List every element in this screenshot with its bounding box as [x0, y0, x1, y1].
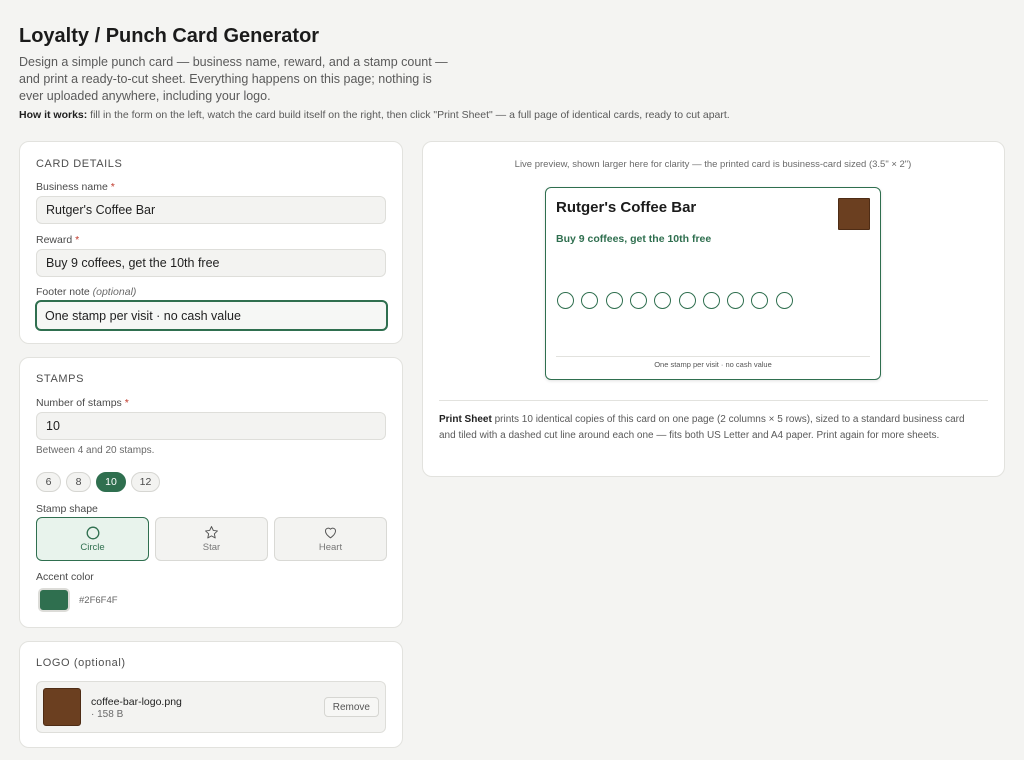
- logo-filesize: · 158 B: [91, 709, 124, 720]
- preset-12-chip[interactable]: 12: [131, 472, 160, 492]
- stamp-circle: [654, 292, 672, 309]
- stamp-circle: [557, 292, 574, 309]
- print-sheet-text: prints 10 identical copies of this card …: [439, 414, 965, 441]
- card-reward: Buy 9 coffees, get the 10th free: [556, 233, 712, 245]
- logo-title: LOGO (optional): [36, 657, 126, 669]
- card-business-name: Rutger's Coffee Bar: [556, 199, 697, 216]
- preview-panel: Live preview, shown larger here for clar…: [422, 141, 1005, 477]
- preset-8-chip[interactable]: 8: [66, 472, 91, 492]
- shape-star-label: Star: [202, 542, 221, 553]
- page-title: Loyalty / Punch Card Generator: [19, 25, 320, 47]
- how-it-works-label: How it works:: [19, 109, 88, 121]
- stamp-circle: [751, 292, 769, 309]
- stamp-circle: [727, 292, 745, 309]
- stamp-count-label: Number of stamps *: [36, 397, 129, 409]
- card-details-title: CARD DETAILS: [36, 158, 123, 170]
- stamp-count-hint: Between 4 and 20 stamps.: [36, 445, 155, 456]
- preset-6-chip[interactable]: 6: [36, 472, 61, 492]
- heart-icon: [325, 527, 336, 539]
- punch-card-preview: Rutger's Coffee Bar Buy 9 coffees, get t…: [545, 187, 881, 380]
- accent-color-label: Accent color: [36, 571, 94, 583]
- stamp-circle: [775, 292, 793, 309]
- business-name-label: Business name *: [36, 181, 115, 193]
- stamps-title: STAMPS: [36, 373, 85, 385]
- stamp-circle: [605, 292, 623, 309]
- page-description: Design a simple punch card — business na…: [19, 55, 448, 103]
- logo-filename: coffee-bar-logo.png: [91, 696, 182, 708]
- logo-file-row: coffee-bar-logo.png · 158 B Remove: [36, 681, 386, 733]
- preset-10-chip[interactable]: 10: [96, 472, 126, 492]
- stamps-panel: STAMPS Number of stamps * Between 4 and …: [19, 357, 403, 628]
- shape-heart-button[interactable]: Heart: [274, 517, 387, 561]
- stamp-circle: [629, 292, 647, 309]
- logo-thumbnail: [43, 688, 81, 726]
- shape-circle-label: Circle: [80, 541, 105, 553]
- stamp-circle: [678, 292, 696, 309]
- preview-note: Live preview, shown larger here for clar…: [514, 159, 912, 170]
- reward-input[interactable]: [36, 249, 386, 277]
- stamp-shape-label: Stamp shape: [36, 503, 98, 515]
- card-logo: [838, 198, 870, 230]
- circle-icon: [86, 526, 99, 539]
- page: Loyalty / Punch Card Generator Design a …: [0, 0, 1024, 760]
- print-sheet-label: Print Sheet: [439, 414, 492, 425]
- logo-panel: LOGO (optional) coffee-bar-logo.png · 15…: [19, 641, 403, 748]
- print-sheet-info: Print Sheet prints 10 identical copies o…: [439, 412, 984, 444]
- accent-color-swatch[interactable]: [38, 588, 70, 612]
- shape-star-button[interactable]: Star: [155, 517, 268, 561]
- reward-label: Reward *: [36, 234, 80, 246]
- footer-note-label: Footer note (optional): [36, 286, 137, 298]
- business-name-input[interactable]: [36, 196, 386, 224]
- how-it-works-text: fill in the form on the left, watch the …: [87, 109, 730, 121]
- shape-circle-button[interactable]: Circle: [36, 517, 149, 561]
- stamp-count-input[interactable]: [36, 412, 386, 440]
- card-details-panel: CARD DETAILS Business name * Reward * Fo…: [19, 141, 403, 344]
- card-footer: One stamp per visit · no cash value: [654, 360, 772, 369]
- star-icon: [205, 526, 218, 539]
- how-it-works: How it works: fill in the form on the le…: [19, 109, 730, 121]
- card-divider: [556, 356, 870, 357]
- accent-color-hex: #2F6F4F: [79, 595, 118, 606]
- remove-logo-button[interactable]: Remove: [323, 697, 379, 717]
- footer-note-input[interactable]: [35, 300, 388, 331]
- stamp-circle: [702, 292, 720, 309]
- preview-divider: [439, 400, 988, 401]
- shape-heart-label: Heart: [318, 542, 343, 553]
- stamp-circle: [581, 292, 599, 309]
